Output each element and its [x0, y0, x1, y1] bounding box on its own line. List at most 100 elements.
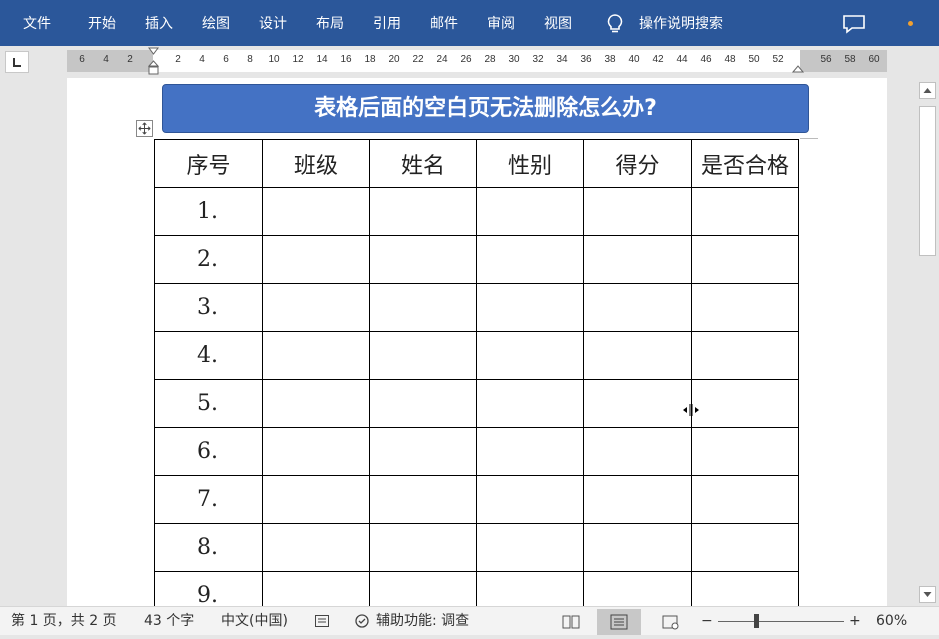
read-mode-button[interactable] — [549, 609, 593, 635]
row-number-cell[interactable]: 3. — [154, 283, 263, 332]
table-cell[interactable] — [476, 235, 584, 284]
table-cell[interactable] — [262, 235, 370, 284]
web-layout-button[interactable] — [648, 609, 692, 635]
print-layout-button[interactable] — [597, 609, 641, 635]
table-cell[interactable] — [262, 523, 370, 572]
row-number-cell[interactable]: 8. — [154, 523, 263, 572]
table-cell[interactable] — [583, 235, 692, 284]
comment-icon[interactable] — [842, 14, 866, 34]
table-cell[interactable] — [583, 427, 692, 476]
zoom-slider[interactable] — [718, 621, 844, 622]
table-cell[interactable] — [369, 283, 477, 332]
ribbon-tab[interactable]: 插入 — [145, 0, 173, 46]
table-cell[interactable] — [262, 475, 370, 524]
table-cell[interactable] — [583, 571, 692, 606]
table-cell[interactable] — [476, 475, 584, 524]
table-cell[interactable] — [369, 571, 477, 606]
zoom-slider-thumb[interactable] — [754, 614, 759, 628]
row-number-cell[interactable]: 7. — [154, 475, 263, 524]
ribbon-tab[interactable]: 审阅 — [487, 0, 515, 46]
row-number-cell[interactable]: 5. — [154, 379, 263, 428]
table-row: 1. — [154, 187, 799, 236]
table-cell[interactable] — [691, 235, 799, 284]
table-header-cell[interactable]: 得分 — [583, 139, 692, 188]
table-cell[interactable] — [262, 571, 370, 606]
zoom-out-button[interactable]: − — [701, 607, 713, 636]
ribbon-tab[interactable]: 开始 — [88, 0, 116, 46]
table-cell[interactable] — [691, 523, 799, 572]
table-cell[interactable] — [369, 235, 477, 284]
ribbon-tab[interactable]: 设计 — [259, 0, 287, 46]
horizontal-ruler[interactable]: 6 4 2 2 4 6 8 10 12 14 16 18 20 22 24 26 28 30 32 34 36 38 40 4… — [67, 47, 887, 75]
zoom-in-button[interactable]: + — [849, 607, 861, 636]
ribbon-tab[interactable]: 视图 — [544, 0, 572, 46]
table-cell[interactable] — [691, 283, 799, 332]
accessibility-icon[interactable] — [354, 613, 372, 631]
scrollbar-thumb[interactable] — [919, 106, 936, 256]
table-cell[interactable] — [583, 283, 692, 332]
table-cell[interactable] — [583, 331, 692, 380]
table-cell[interactable] — [476, 331, 584, 380]
ribbon-tab[interactable]: 邮件 — [430, 0, 458, 46]
score-table[interactable]: 序号 班级 姓名 性别 得分 是否合格 1. 2. 3. 4. 5. 6. 7. 8. 9. — [154, 139, 799, 606]
macro-record-icon[interactable] — [314, 613, 330, 629]
table-cell[interactable] — [262, 331, 370, 380]
table-header-cell[interactable]: 序号 — [154, 139, 263, 188]
ribbon-tab[interactable]: 引用 — [373, 0, 401, 46]
lightbulb-icon[interactable] — [604, 13, 626, 35]
table-cell[interactable] — [476, 283, 584, 332]
table-cell[interactable] — [583, 379, 692, 428]
table-header-cell[interactable]: 是否合格 — [691, 139, 799, 188]
table-cell[interactable] — [476, 379, 584, 428]
table-cell[interactable] — [369, 427, 477, 476]
table-cell[interactable] — [476, 187, 584, 236]
table-cell[interactable] — [262, 379, 370, 428]
table-cell[interactable] — [262, 283, 370, 332]
table-cell[interactable] — [369, 331, 477, 380]
accessibility-status[interactable]: 辅助功能: 调查 — [376, 607, 469, 636]
row-number-cell[interactable]: 9. — [154, 571, 263, 606]
page-count[interactable]: 第 1 页，共 2 页 — [11, 607, 117, 636]
table-cell[interactable] — [691, 187, 799, 236]
right-indent-marker[interactable] — [792, 62, 804, 74]
table-cell[interactable] — [691, 475, 799, 524]
table-cell[interactable] — [691, 571, 799, 606]
tell-me-search[interactable]: 操作说明搜索 — [639, 0, 723, 46]
scroll-down-button[interactable] — [919, 586, 936, 603]
table-cell[interactable] — [476, 523, 584, 572]
table-header-cell[interactable]: 姓名 — [369, 139, 477, 188]
first-line-indent-marker[interactable] — [148, 47, 159, 77]
table-cell[interactable] — [369, 379, 477, 428]
table-cell[interactable] — [691, 331, 799, 380]
table-cell[interactable] — [369, 475, 477, 524]
language-indicator[interactable]: 中文(中国) — [221, 607, 288, 636]
table-move-handle-icon[interactable] — [136, 120, 153, 137]
table-cell[interactable] — [369, 523, 477, 572]
scroll-up-button[interactable] — [919, 82, 936, 99]
word-count[interactable]: 43 个字 — [144, 607, 194, 636]
table-cell[interactable] — [583, 187, 692, 236]
row-number-cell[interactable]: 6. — [154, 427, 263, 476]
row-number-cell[interactable]: 2. — [154, 235, 263, 284]
table-cell[interactable] — [369, 187, 477, 236]
vertical-scrollbar[interactable] — [917, 78, 939, 606]
table-cell[interactable] — [583, 475, 692, 524]
row-number-cell[interactable]: 1. — [154, 187, 263, 236]
table-cell[interactable] — [583, 523, 692, 572]
tab-stop-selector[interactable] — [5, 51, 29, 73]
ribbon-tab[interactable]: 布局 — [316, 0, 344, 46]
table-cell[interactable] — [262, 427, 370, 476]
ribbon-tab[interactable]: 文件 — [23, 0, 51, 46]
table-cell[interactable] — [262, 187, 370, 236]
table-cell[interactable] — [691, 427, 799, 476]
table-cell[interactable] — [476, 571, 584, 606]
ribbon-tab[interactable]: 绘图 — [202, 0, 230, 46]
zoom-level[interactable]: 60% — [876, 607, 907, 636]
table-cell[interactable] — [476, 427, 584, 476]
row-number-cell[interactable]: 4. — [154, 331, 263, 380]
table-cell[interactable] — [691, 379, 799, 428]
table-row: 7. — [154, 475, 799, 524]
document-title-box[interactable]: 表格后面的空白页无法删除怎么办? — [162, 84, 809, 133]
table-header-cell[interactable]: 班级 — [262, 139, 370, 188]
table-header-cell[interactable]: 性别 — [476, 139, 584, 188]
